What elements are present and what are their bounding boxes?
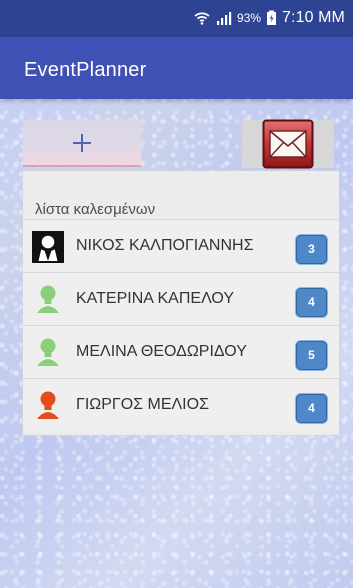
guest-count-badge: 3 bbox=[296, 235, 327, 264]
orange-person-icon bbox=[37, 391, 59, 419]
guest-name: ΓΙΩΡΓΟΣ ΜΕΛΙΟΣ bbox=[76, 396, 209, 413]
wifi-icon bbox=[193, 11, 211, 26]
battery-level: 93% bbox=[237, 11, 262, 25]
guest-list-panel: λίστα καλεσμένων ΝΙΚΟΣ ΚΑΛΠΟΓΙΑΝΝΗΣ 3 ΚΑ… bbox=[23, 171, 339, 435]
status-time: 7:10 MM bbox=[282, 9, 345, 26]
guest-row[interactable]: ΜΕΛΙΝΑ ΘΕΟΔΩΡΙΔΟΥ 5 bbox=[23, 325, 339, 378]
guest-name: ΝΙΚΟΣ ΚΑΛΠΟΓΙΑΝΝΗΣ bbox=[76, 237, 254, 254]
guest-name: ΜΕΛΙΝΑ ΘΕΟΔΩΡΙΔΟΥ bbox=[76, 343, 247, 360]
guest-name: ΚΑΤΕΡΙΝΑ ΚΑΠΕΛΟΥ bbox=[76, 290, 235, 307]
status-bar: 93% 7:10 MM bbox=[0, 0, 353, 37]
app-title: EventPlanner bbox=[24, 59, 147, 81]
guest-count-badge: 5 bbox=[296, 341, 327, 370]
guest-row[interactable]: ΚΑΤΕΡΙΝΑ ΚΑΠΕΛΟΥ 4 bbox=[23, 272, 339, 325]
send-mail-button[interactable] bbox=[242, 119, 334, 169]
guest-row[interactable]: ΝΙΚΟΣ ΚΑΛΠΟΓΙΑΝΝΗΣ 3 bbox=[23, 219, 339, 272]
guest-list-title: λίστα καλεσμένων bbox=[35, 201, 156, 218]
signal-icon bbox=[216, 11, 232, 26]
app-bar: EventPlanner bbox=[0, 37, 353, 99]
guest-count-badge: 4 bbox=[296, 394, 327, 423]
green-person-icon bbox=[37, 285, 59, 313]
guest-row[interactable]: ΓΙΩΡΓΟΣ ΜΕΛΙΟΣ 4 bbox=[23, 378, 339, 431]
plus-icon bbox=[73, 133, 91, 152]
battery-icon bbox=[266, 10, 277, 26]
mail-icon bbox=[262, 119, 314, 169]
add-guest-button[interactable] bbox=[23, 120, 141, 167]
guest-count-badge: 4 bbox=[296, 288, 327, 317]
status-indicators: 93% 7:10 MM bbox=[193, 9, 345, 27]
black-person-icon bbox=[32, 231, 64, 263]
green-person-icon bbox=[37, 338, 59, 366]
